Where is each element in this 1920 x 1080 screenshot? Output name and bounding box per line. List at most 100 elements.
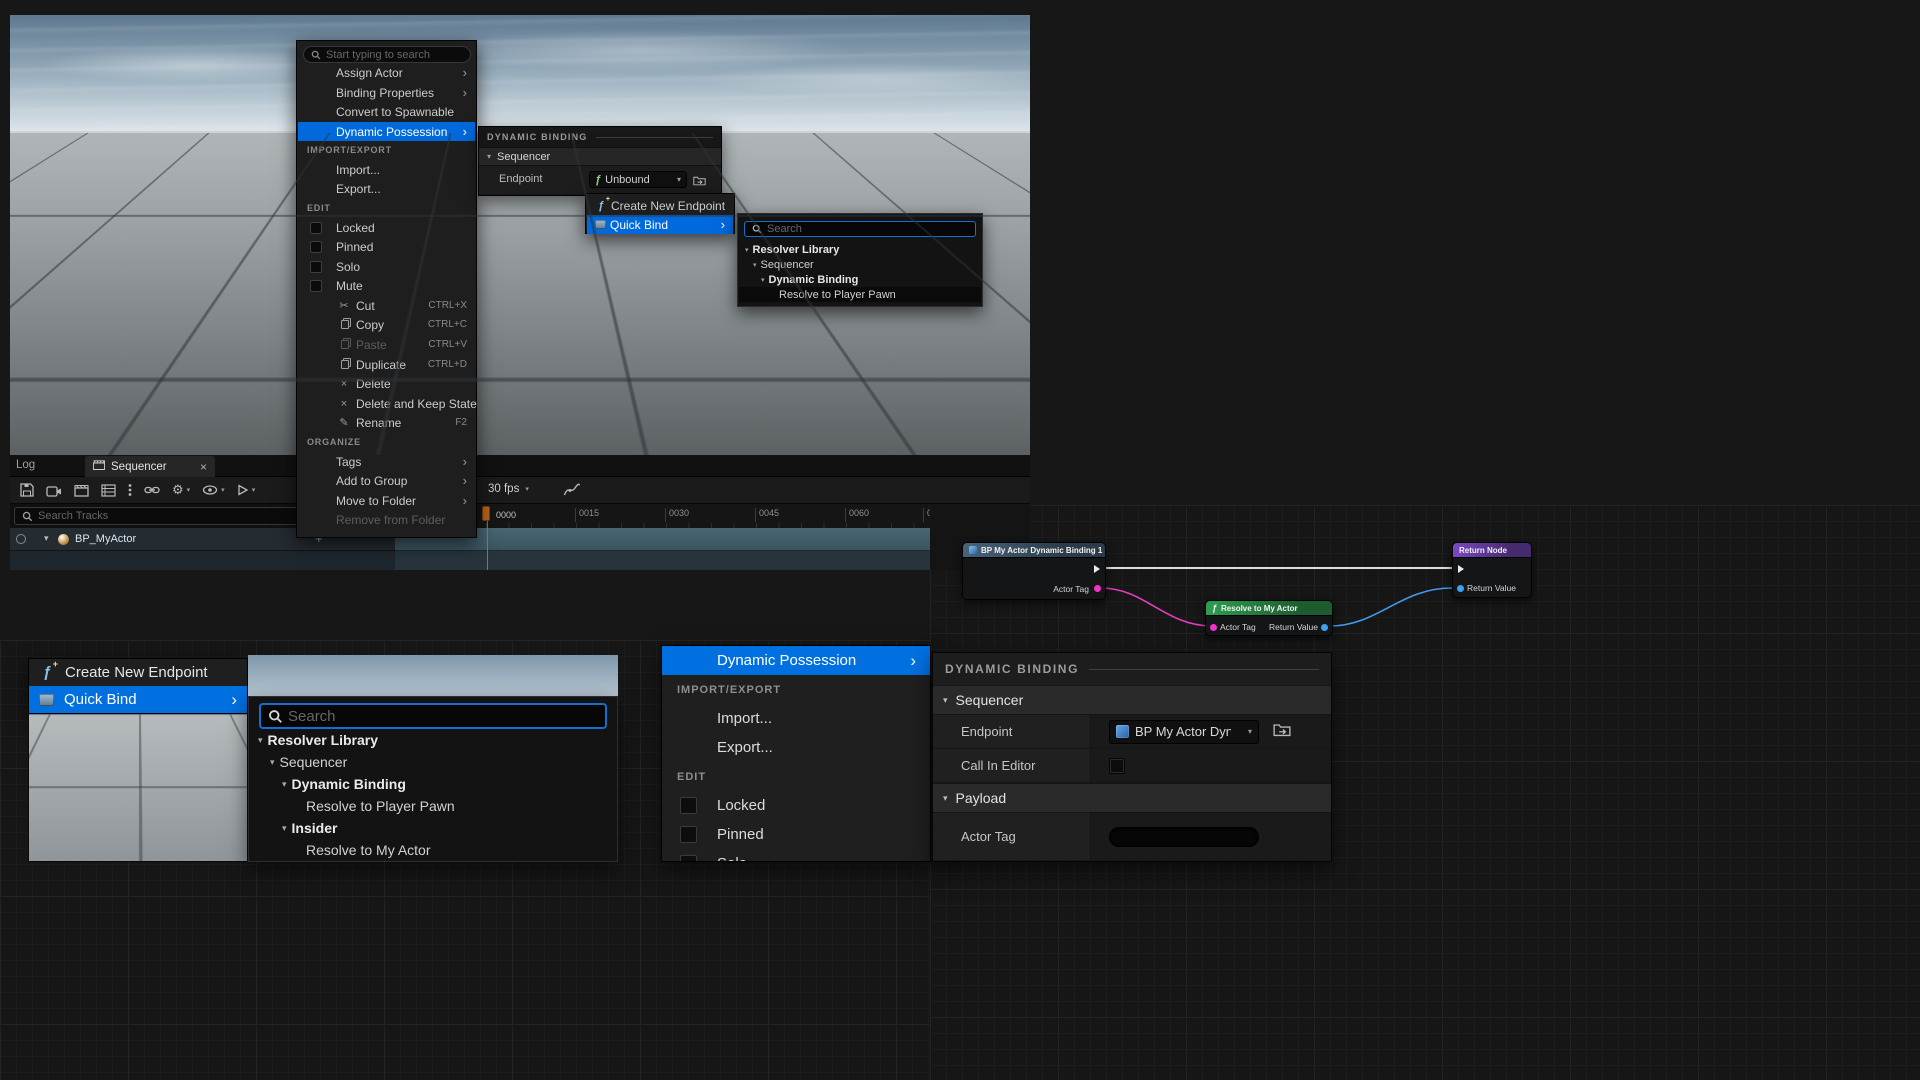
menu-item-mute[interactable]: Mute [298,276,475,295]
return-value-pin[interactable] [1321,624,1328,631]
menu-item-move-to-folder[interactable]: Move to Folder› [298,491,475,510]
menu-item-delete-keep-state[interactable]: ×Delete and Keep State [298,394,475,413]
menu-item-export[interactable]: Export... [298,179,475,198]
menu-item-delete[interactable]: ×Delete [298,374,475,393]
zoom-endpoint-submenu: ƒCreate New Endpoint Quick Bind› [28,658,248,714]
endpoint-dropdown[interactable]: BP My Actor Dyna ▾ [1109,720,1259,744]
exec-in-pin[interactable] [1458,565,1464,573]
tree-item-resolve-to-my-actor[interactable]: Resolve to My Actor [250,839,616,861]
shot-list-icon[interactable] [101,484,116,497]
view-options-icon[interactable]: ▾ [202,485,225,495]
link-icon[interactable] [144,485,160,495]
menu-item-create-new-endpoint[interactable]: ƒCreate New Endpoint [587,196,733,215]
sequencer-tab[interactable]: Sequencer × [85,456,215,477]
locked-checkbox[interactable] [310,222,322,234]
mute-checkbox[interactable] [310,280,322,292]
endpoint-dropdown[interactable]: ƒ Unbound ▾ [589,171,687,188]
menu-item-dynamic-possession[interactable]: Dynamic Possession› [662,646,930,675]
menu-item-convert-to-spawnable[interactable]: Convert to Spawnable [298,102,475,121]
fps-label: 30 fps [488,483,519,495]
menu-item-import[interactable]: Import... [662,704,930,733]
menu-item-import[interactable]: Import... [298,160,475,179]
track-state-icon[interactable] [16,534,26,544]
chevron-down-icon: ▾ [943,793,948,804]
node-title: Resolve to My Actor [1221,604,1298,613]
browse-asset-icon[interactable] [1273,722,1291,742]
tree-item-sequencer[interactable]: ▾Sequencer [739,257,981,272]
menu-item-create-new-endpoint[interactable]: ƒCreate New Endpoint [29,659,247,686]
menu-search-input[interactable] [326,49,463,61]
menu-search-box[interactable] [303,46,471,63]
tools-icon[interactable]: ⚙▾ [172,482,190,498]
duplicate-icon [336,360,352,369]
resolver-search-input[interactable] [767,223,968,235]
menu-item-locked[interactable]: Locked [662,791,930,820]
actor-tag-pin[interactable] [1210,624,1217,631]
menu-item-assign-actor[interactable]: Assign Actor› [298,63,475,82]
tree-item-resolver-library[interactable]: ▾Resolver Library [739,242,981,257]
log-tab[interactable]: Log [16,459,35,471]
chevron-down-icon: ▾ [487,152,491,161]
quick-bind-icon [39,694,54,706]
close-icon[interactable]: × [200,461,207,473]
tree-item-resolve-to-player-pawn[interactable]: Resolve to Player Pawn [250,795,616,817]
chevron-down-icon: ▾ [270,757,275,768]
track-row-secondary[interactable] [10,551,930,570]
category-sequencer[interactable]: ▾Sequencer [479,147,721,166]
menu-item-solo[interactable]: Solo [662,849,930,862]
node-return[interactable]: Return Node Return Value [1452,542,1532,598]
rename-icon: ✎ [336,416,352,429]
endpoint-property-row: Endpoint BP My Actor Dyna ▾ [933,715,1331,749]
node-resolve-to-my-actor[interactable]: ƒResolve to My Actor Actor Tag Return Va… [1205,600,1333,636]
actor-tag-pin[interactable] [1094,585,1101,592]
chevron-down-icon[interactable]: ▾ [44,533,49,544]
node-binding-endpoint[interactable]: BP My Actor Dynamic Binding 1 Actor Tag [962,542,1106,600]
exec-out-pin[interactable] [1094,565,1100,573]
resolver-search-input[interactable] [288,708,598,725]
more-kebab-icon[interactable] [128,483,132,497]
create-camera-icon[interactable] [46,484,62,497]
copy-icon [336,320,352,329]
category-payload[interactable]: ▾Payload [933,783,1331,813]
menu-item-copy[interactable]: CopyCTRL+C [298,315,475,334]
return-value-pin[interactable] [1457,585,1464,592]
menu-item-tags[interactable]: Tags› [298,452,475,471]
menu-item-rename[interactable]: ✎RenameF2 [298,413,475,432]
menu-item-pinned[interactable]: Pinned [662,820,930,849]
menu-item-solo[interactable]: Solo [298,257,475,276]
browse-asset-icon[interactable] [693,173,706,191]
pinned-checkbox[interactable] [680,826,697,843]
resolver-search-box[interactable] [744,221,976,237]
tree-item-dynamic-binding[interactable]: ▾Dynamic Binding [250,773,616,795]
save-icon[interactable] [20,483,34,497]
locked-checkbox[interactable] [680,797,697,814]
menu-item-dynamic-possession[interactable]: Dynamic Possession› [298,122,475,141]
call-in-editor-checkbox[interactable] [1109,758,1125,774]
resolver-search-box[interactable] [259,703,607,729]
curve-editor-icon[interactable] [563,483,581,502]
menu-item-pinned[interactable]: Pinned [298,237,475,256]
tree-item-sequencer[interactable]: ▾Sequencer [250,751,616,773]
menu-item-cut[interactable]: ✂CutCTRL+X [298,296,475,315]
menu-item-quick-bind[interactable]: Quick Bind› [29,686,247,713]
menu-item-export[interactable]: Export... [662,733,930,762]
menu-item-add-to-group[interactable]: Add to Group› [298,471,475,490]
chevron-down-icon: ▾ [761,276,765,284]
menu-item-binding-properties[interactable]: Binding Properties› [298,83,475,102]
menu-item-locked[interactable]: Locked [298,218,475,237]
menu-item-quick-bind[interactable]: Quick Bind› [587,215,733,234]
playback-options-icon[interactable]: ▾ [237,484,256,496]
menu-item-duplicate[interactable]: DuplicateCTRL+D [298,355,475,374]
fps-dropdown[interactable]: 30 fps ▾ [488,483,529,495]
solo-checkbox[interactable] [680,855,697,862]
category-sequencer[interactable]: ▾Sequencer [933,685,1331,715]
render-movie-icon[interactable] [74,484,89,497]
tree-item-insider[interactable]: ▾Insider [250,817,616,839]
actor-tag-input[interactable] [1109,827,1259,847]
tree-item-resolve-to-player-pawn[interactable]: Resolve to Player Pawn [739,287,981,302]
playhead-marker[interactable] [482,506,490,521]
solo-checkbox[interactable] [310,261,322,273]
tree-item-resolver-library[interactable]: ▾Resolver Library [250,729,616,751]
tree-item-dynamic-binding[interactable]: ▾Dynamic Binding [739,272,981,287]
pinned-checkbox[interactable] [310,241,322,253]
